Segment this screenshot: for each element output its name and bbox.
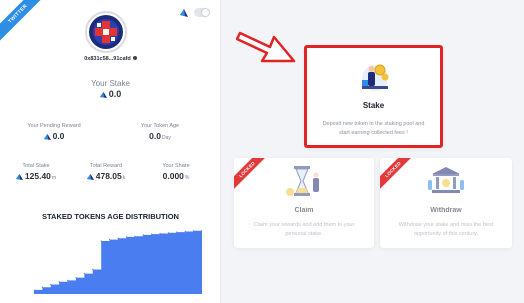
distribution-point [67, 279, 69, 281]
distribution-point [167, 232, 169, 234]
distribution-point [134, 235, 136, 237]
avatar-logo-icon [89, 15, 123, 49]
total-stake-value: 125.40m [4, 171, 68, 181]
token-icon [99, 92, 107, 98]
distribution-point [117, 237, 119, 239]
distribution-area-series [34, 230, 202, 294]
distribution-title: STAKED TOKENS AGE DISTRIBUTION [42, 212, 179, 221]
distribution-point [100, 240, 102, 242]
distribution-point [176, 231, 178, 233]
wallet-address-text: 0x831c58...91cafd [84, 56, 131, 62]
token-icon [86, 174, 94, 180]
stake-card-title: Stake [362, 101, 385, 110]
token-age-value: 0.0Day [120, 131, 200, 141]
withdraw-card: LOCKED Withdraw Withdraw your stake and … [380, 158, 512, 248]
distribution-point [58, 281, 60, 283]
copy-icon[interactable] [132, 56, 137, 60]
token-age-label: Your Token Age [140, 123, 180, 129]
locked-ribbon: LOCKED [234, 158, 268, 192]
your-stake-amount: 0.0 [108, 89, 122, 99]
twitter-ribbon[interactable]: TWITTER [0, 0, 44, 44]
toggle-knob [202, 9, 209, 16]
stake-card-description: Deposit new token in the staking pool an… [322, 121, 425, 136]
pending-reward-value: 0.0 [14, 131, 94, 141]
distribution-point [50, 283, 52, 286]
claim-hourglass-icon [286, 166, 319, 196]
distribution-point [142, 234, 144, 236]
locked-ribbon: LOCKED [380, 158, 414, 192]
arrow-icon [236, 31, 296, 63]
your-share-label: Your Share [162, 163, 190, 169]
token-icon [15, 174, 23, 180]
token-age-amount: 0.0 [149, 131, 161, 141]
withdraw-card-title: Withdraw [430, 207, 462, 214]
your-share-value: 0.000% [144, 171, 208, 181]
total-stake-amount: 125.40 [24, 171, 51, 181]
stake-illustration-icon [362, 64, 389, 91]
distribution-point [151, 233, 153, 235]
theme-toggle-area [180, 8, 210, 18]
total-reward-value: 478.05k [74, 171, 138, 181]
claim-card-description: Claim your rewards and add them to your … [253, 222, 355, 237]
theme-icon [180, 9, 188, 17]
staking-sidebar: TWITTER 0x831c58...91cafd Your Stake 0.0… [0, 0, 221, 303]
your-stake-label: Your Stake [91, 79, 130, 88]
claim-card-title: Claim [294, 207, 314, 214]
distribution-point [41, 286, 43, 288]
total-stake-unit: m [51, 175, 57, 181]
total-reward-label: Total Reward [89, 163, 123, 169]
withdraw-card-description: Withdraw your stake and miss the best op… [398, 222, 494, 237]
token-icon [43, 134, 51, 140]
distribution-point [83, 273, 85, 275]
twitter-badge-label: TWITTER [0, 0, 44, 44]
withdraw-bank-icon [428, 167, 464, 193]
distribution-point [201, 229, 202, 231]
token-age-unit: Day [161, 135, 171, 141]
your-share-amount: 0.000 [162, 171, 184, 181]
claim-locked-label: LOCKED [234, 158, 268, 192]
distribution-point [125, 236, 127, 238]
your-stake-value: 0.0 [0, 89, 221, 99]
total-reward-amount: 478.05 [95, 171, 122, 181]
claim-card: LOCKED Claim Claim your rewards and add … [234, 158, 374, 248]
total-reward-unit: k [122, 175, 126, 181]
age-distribution-chart [34, 229, 202, 294]
wallet-address: 0x831c58...91cafd [0, 56, 221, 62]
distribution-point [184, 230, 186, 233]
withdraw-locked-label: LOCKED [380, 158, 414, 192]
distribution-point [193, 230, 195, 232]
pending-reward-label: Your Pending Reward [27, 123, 81, 129]
distribution-point [75, 277, 77, 279]
distribution-point [109, 239, 111, 241]
total-stake-label: Total Stake [22, 163, 50, 169]
your-share-unit: % [184, 175, 190, 181]
avatar [85, 11, 127, 53]
pending-reward-amount: 0.0 [52, 131, 65, 141]
distribution-point [92, 268, 94, 271]
theme-toggle-switch[interactable] [194, 8, 210, 17]
stake-card[interactable]: Stake Deposit new token in the staking p… [304, 45, 443, 148]
distribution-point [159, 232, 161, 235]
